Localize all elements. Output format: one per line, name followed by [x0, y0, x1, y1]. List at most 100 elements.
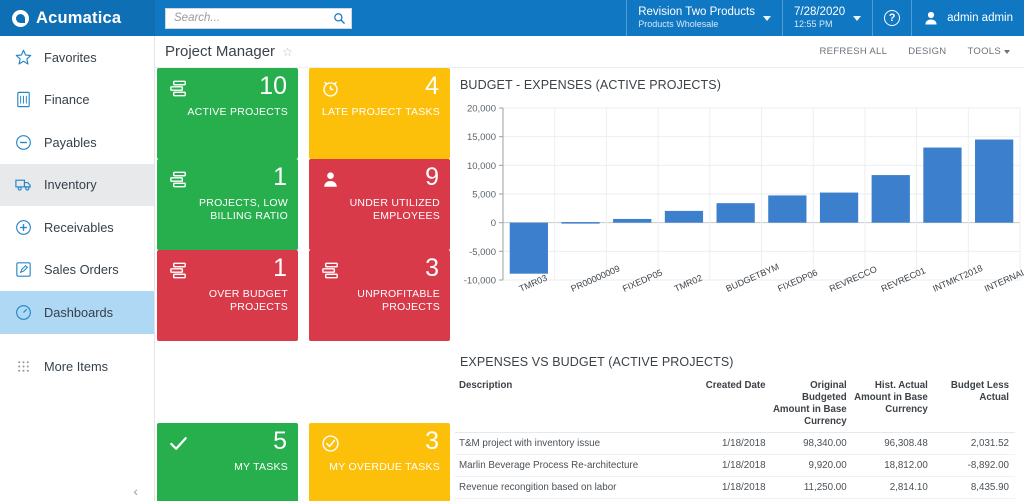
- truck-icon: [14, 175, 33, 194]
- refresh-all-button[interactable]: REFRESH ALL: [820, 46, 888, 57]
- sidebar-item-receivables[interactable]: Receivables: [0, 206, 154, 249]
- column-header-description[interactable]: Description: [455, 375, 687, 432]
- table-row[interactable]: Revenue recongition based on labor1/18/2…: [455, 476, 1015, 498]
- sidebar-item-dashboards[interactable]: Dashboards: [0, 291, 154, 334]
- company-branch: Products Wholesale: [638, 19, 755, 29]
- kpi-label: MY TASKS: [166, 461, 288, 474]
- user-name: admin admin: [947, 12, 1013, 24]
- sidebar-item-sales-orders[interactable]: Sales Orders: [0, 249, 154, 292]
- company-selector[interactable]: Revision Two Products Products Wholesale: [627, 0, 782, 36]
- minus-circle-icon: [14, 133, 33, 152]
- kpi-tile-unprofitable-projects[interactable]: 3 UNPROFITABLE PROJECTS: [309, 250, 450, 341]
- expenses-vs-budget-table: Description Created Date Original Budget…: [455, 375, 1015, 501]
- kpi-tile-my-tasks[interactable]: 5 MY TASKS: [157, 423, 298, 501]
- cell-original-budgeted: 9,920.00: [772, 454, 853, 476]
- chart-area[interactable]: -10,000-5,00005,00010,00015,00020,000TMR…: [455, 98, 1024, 338]
- kpi-tiles: 10 ACTIVE PROJECTS 4 LATE PROJECT TASKS …: [157, 68, 450, 501]
- chevron-down-icon[interactable]: [853, 16, 861, 21]
- expenses-vs-budget-panel: EXPENSES VS BUDGET (ACTIVE PROJECTS) Des…: [455, 345, 1024, 501]
- datetime-selector[interactable]: 7/28/2020 12:55 PM: [783, 0, 872, 36]
- y-axis-tick-label: -5,000: [469, 247, 496, 258]
- x-axis-tick-label: FIXEDP06: [776, 267, 819, 293]
- sidebar-item-label: Dashboards: [44, 305, 113, 320]
- budget-expenses-bar-chart[interactable]: -10,000-5,00005,00010,00015,00020,000TMR…: [455, 98, 1024, 338]
- design-button[interactable]: DESIGN: [908, 46, 946, 57]
- plus-circle-icon: [14, 218, 33, 237]
- kpi-value: 3: [425, 256, 439, 281]
- kpi-label: MY OVERDUE TASKS: [318, 461, 440, 474]
- x-axis-tick-label: TMR03: [518, 273, 549, 294]
- cell-original-budgeted: 11,250.00: [772, 476, 853, 498]
- chart-bar[interactable]: [665, 211, 703, 223]
- chart-bar[interactable]: [872, 175, 910, 223]
- kpi-label: LATE PROJECT TASKS: [318, 106, 440, 119]
- user-menu[interactable]: admin admin: [912, 0, 1024, 36]
- table-row[interactable]: Marlin Beverage Process Re-architecture1…: [455, 454, 1015, 476]
- cell-hist-actual: 18,812.00: [853, 454, 934, 476]
- x-axis-tick-label: INTERNAL19: [983, 263, 1024, 294]
- chart-bar[interactable]: [510, 223, 548, 274]
- brand-name: Acumatica: [36, 9, 121, 28]
- brand-logo[interactable]: Acumatica: [0, 0, 155, 36]
- chevron-down-icon: [1004, 50, 1010, 54]
- cell-budget-less-actual: 2,031.52: [934, 432, 1015, 454]
- cell-description: Revenue recongition based on labor: [455, 476, 687, 498]
- chart-bar[interactable]: [820, 193, 858, 223]
- table-row[interactable]: T&M project with inventory issue1/18/201…: [455, 432, 1015, 454]
- sidebar-item-payables[interactable]: Payables: [0, 121, 154, 164]
- sidebar-item-inventory[interactable]: Inventory: [0, 164, 154, 207]
- chart-bar[interactable]: [768, 195, 806, 222]
- kpi-value: 1: [273, 165, 287, 190]
- top-header-bar: Acumatica Revision Two Products Products…: [0, 0, 1024, 36]
- kpi-value: 5: [273, 429, 287, 454]
- y-axis-tick-label: 0: [491, 218, 496, 229]
- alarm-clock-icon: [320, 78, 341, 99]
- search-icon[interactable]: [333, 12, 346, 25]
- kpi-value: 4: [425, 74, 439, 99]
- project-bars-icon: [168, 169, 189, 190]
- kpi-value: 1: [273, 256, 287, 281]
- sidebar-item-finance[interactable]: Finance: [0, 79, 154, 122]
- column-header-created-date[interactable]: Created Date: [687, 375, 771, 432]
- kpi-tile-over-budget-projects[interactable]: 1 OVER BUDGET PROJECTS: [157, 250, 298, 341]
- column-header-budget-less-actual[interactable]: Budget Less Actual: [934, 375, 1015, 432]
- sidebar-item-label: Payables: [44, 135, 97, 150]
- chart-bar[interactable]: [923, 148, 961, 223]
- help-button[interactable]: ?: [873, 0, 911, 36]
- kpi-tile-my-overdue-tasks[interactable]: 3 MY OVERDUE TASKS: [309, 423, 450, 501]
- sidebar: Favorites Finance Payables: [0, 36, 155, 501]
- acumatica-dashboard: Acumatica Revision Two Products Products…: [0, 0, 1024, 501]
- chevron-down-icon[interactable]: [763, 16, 771, 21]
- gauge-icon: [14, 303, 33, 322]
- kpi-tile-late-project-tasks[interactable]: 4 LATE PROJECT TASKS: [309, 68, 450, 159]
- kpi-label: UNPROFITABLE PROJECTS: [318, 288, 440, 314]
- sidebar-collapse-button[interactable]: ‹: [133, 483, 138, 499]
- x-axis-tick-label: TMR02: [673, 273, 704, 294]
- sidebar-separator: [0, 334, 154, 346]
- kpi-tile-projects-low-billing-ratio[interactable]: 1 PROJECTS, LOW BILLING RATIO: [157, 159, 298, 250]
- chart-bar[interactable]: [613, 219, 651, 223]
- chart-bar[interactable]: [717, 203, 755, 222]
- sidebar-item-favorites[interactable]: Favorites: [0, 36, 154, 79]
- y-axis-tick-label: 15,000: [467, 132, 496, 143]
- kpi-value: 10: [259, 74, 287, 99]
- column-header-hist-actual[interactable]: Hist. Actual Amount in Base Currency: [853, 375, 934, 432]
- search-input[interactable]: [174, 12, 333, 24]
- user-icon: [923, 10, 939, 26]
- sidebar-item-more-items[interactable]: More Items: [0, 346, 154, 389]
- favorite-star-icon[interactable]: ☆: [282, 45, 293, 59]
- help-icon[interactable]: ?: [884, 10, 900, 26]
- tools-label: TOOLS: [967, 46, 1001, 57]
- check-circle-icon: [320, 433, 341, 454]
- chart-bar[interactable]: [975, 140, 1013, 223]
- cell-created-date: 1/18/2018: [687, 454, 771, 476]
- column-header-original-budgeted[interactable]: Original Budgeted Amount in Base Currenc…: [772, 375, 853, 432]
- kpi-tile-active-projects[interactable]: 10 ACTIVE PROJECTS: [157, 68, 298, 159]
- search-box[interactable]: [165, 8, 352, 29]
- y-axis-tick-label: 20,000: [467, 104, 496, 115]
- kpi-tile-under-utilized-employees[interactable]: 9 UNDER UTILIZED EMPLOYEES: [309, 159, 450, 250]
- header-time: 12:55 PM: [794, 19, 845, 29]
- kpi-label: PROJECTS, LOW BILLING RATIO: [166, 197, 288, 223]
- chart-bar[interactable]: [561, 222, 599, 224]
- tools-menu[interactable]: TOOLS: [967, 46, 1010, 57]
